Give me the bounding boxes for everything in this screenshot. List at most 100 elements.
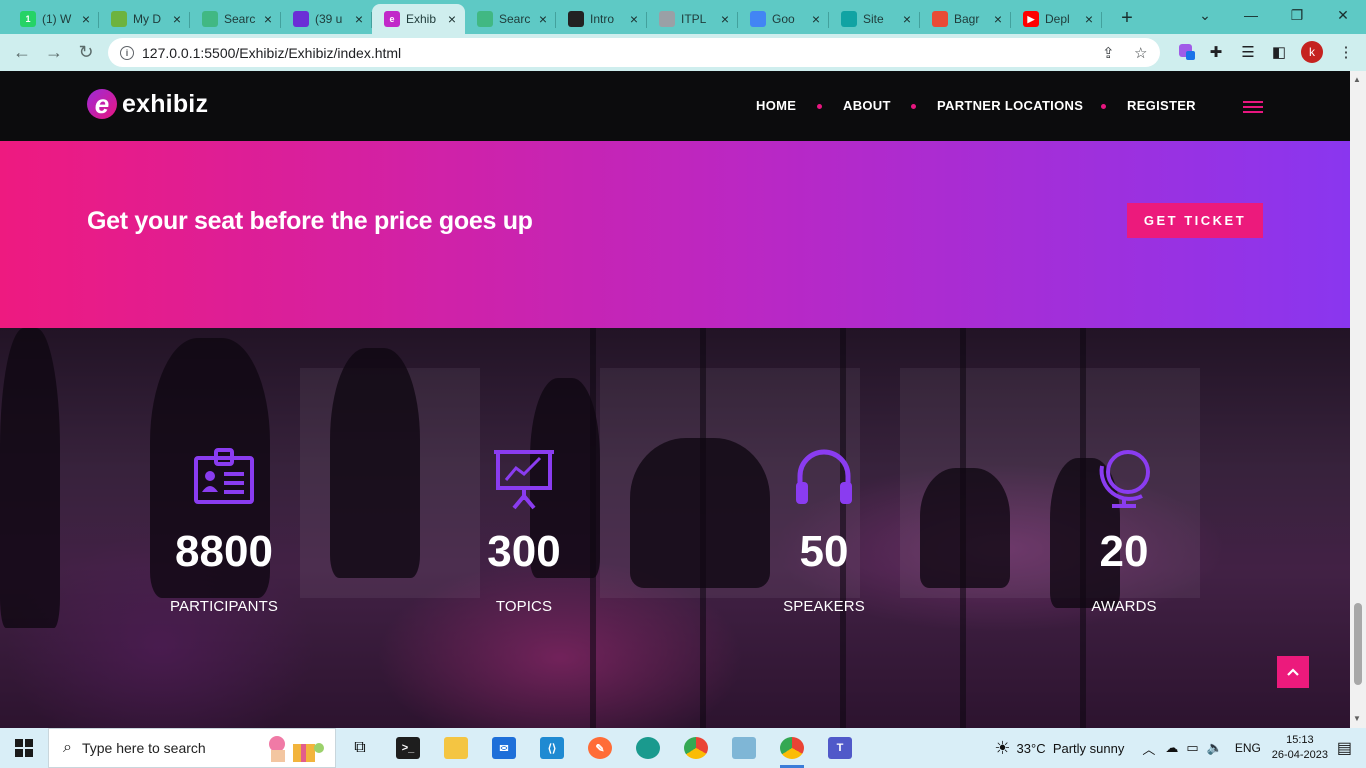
chatgpt-icon bbox=[568, 11, 584, 27]
browser-menu-icon[interactable]: ⋮ bbox=[1334, 40, 1358, 64]
mail-icon bbox=[293, 11, 309, 27]
tab-close-icon[interactable]: × bbox=[445, 11, 459, 27]
terminal-app-icon[interactable]: >_ bbox=[384, 728, 432, 768]
chrome-app-icon[interactable] bbox=[672, 728, 720, 768]
browser-tab[interactable]: e Exhib × bbox=[372, 4, 465, 34]
browser-tab[interactable]: Searc × bbox=[465, 4, 556, 34]
new-tab-button[interactable]: + bbox=[1112, 3, 1142, 33]
scroll-to-top-button[interactable] bbox=[1277, 656, 1309, 688]
browser-tab[interactable]: 1 (1) W × bbox=[8, 4, 99, 34]
tab-title: Searc bbox=[499, 12, 531, 26]
youtube-icon: ▶ bbox=[1023, 11, 1039, 27]
page-scrollbar[interactable]: ▲ ▼ bbox=[1350, 71, 1366, 728]
scrollbar-thumb[interactable] bbox=[1354, 603, 1362, 685]
postman-app-icon[interactable]: ✎ bbox=[576, 728, 624, 768]
mail-app-icon[interactable]: ✉ bbox=[480, 728, 528, 768]
taskbar-search-box[interactable]: ⌕ Type here to search bbox=[48, 728, 336, 768]
browser-tab[interactable]: Bagr × bbox=[920, 4, 1011, 34]
ticket-cta-section: Get your seat before the price goes up G… bbox=[0, 141, 1350, 328]
leaf-icon bbox=[111, 11, 127, 27]
stat-awards: 20 AWARDS bbox=[1014, 446, 1234, 615]
forward-button[interactable]: → bbox=[38, 37, 70, 69]
close-window-button[interactable]: ✕ bbox=[1320, 0, 1366, 30]
tab-close-icon[interactable]: × bbox=[536, 11, 550, 27]
browser-tab[interactable]: (39 u × bbox=[281, 4, 372, 34]
browser-tab[interactable]: Site × bbox=[829, 4, 920, 34]
windows-logo-icon bbox=[15, 739, 33, 757]
hamburger-menu-icon[interactable] bbox=[1243, 101, 1263, 113]
profile-avatar[interactable]: k bbox=[1300, 40, 1324, 64]
tab-close-icon[interactable]: × bbox=[352, 11, 366, 27]
tab-close-icon[interactable]: × bbox=[79, 11, 93, 27]
tab-title: Site bbox=[863, 12, 884, 26]
browser-tab[interactable]: Intro × bbox=[556, 4, 647, 34]
stat-speakers: 50 SPEAKERS bbox=[714, 446, 934, 615]
tab-title: Goo bbox=[772, 12, 795, 26]
tab-close-icon[interactable]: × bbox=[170, 11, 184, 27]
browser-tab[interactable]: My D × bbox=[99, 4, 190, 34]
nav-home[interactable]: HOME bbox=[756, 98, 796, 113]
browser-tab[interactable]: ITPL × bbox=[647, 4, 738, 34]
minimize-button[interactable]: — bbox=[1228, 0, 1274, 30]
logo-mark-icon: e bbox=[87, 89, 117, 119]
tab-title: ITPL bbox=[681, 12, 707, 26]
language-indicator[interactable]: ENG bbox=[1235, 741, 1261, 755]
browser-tab[interactable]: Searc × bbox=[190, 4, 281, 34]
file-explorer-icon[interactable] bbox=[432, 728, 480, 768]
address-bar[interactable]: i 127.0.0.1:5500/Exhibiz/Exhibiz/index.h… bbox=[108, 38, 1160, 67]
vscode-app-icon[interactable]: ⟨⟩ bbox=[528, 728, 576, 768]
stat-participants: 8800 PARTICIPANTS bbox=[114, 446, 334, 615]
browser-tab[interactable]: ▶ Depl × bbox=[1011, 4, 1102, 34]
tab-close-icon[interactable]: × bbox=[809, 11, 823, 27]
diamond-icon bbox=[841, 11, 857, 27]
notepad-app-icon[interactable] bbox=[720, 728, 768, 768]
tab-close-icon[interactable]: × bbox=[627, 11, 641, 27]
stats-section: 8800 PARTICIPANTS 300 TOPICS 50 SPEAKERS… bbox=[0, 328, 1350, 728]
notification-icon[interactable]: ▤ bbox=[1337, 738, 1352, 758]
browser-tab[interactable]: Goo × bbox=[738, 4, 829, 34]
nav-about[interactable]: ABOUT bbox=[843, 98, 891, 113]
network-icon[interactable]: ▭ bbox=[1186, 740, 1198, 756]
browser-toolbar: ← → ↻ i 127.0.0.1:5500/Exhibiz/Exhibiz/i… bbox=[0, 34, 1366, 71]
clock-time: 15:13 bbox=[1286, 734, 1314, 746]
site-header: e exhibiz HOME ABOUT PARTNER LOCATIONS R… bbox=[0, 71, 1350, 141]
get-ticket-button[interactable]: GET TICKET bbox=[1127, 203, 1263, 238]
restore-button[interactable]: ❐ bbox=[1274, 0, 1320, 30]
show-hidden-icons-icon[interactable]: ︿ bbox=[1142, 739, 1155, 758]
weather-text[interactable]: 33°C Partly sunny bbox=[1017, 741, 1125, 756]
tab-title: Depl bbox=[1045, 12, 1070, 26]
tab-close-icon[interactable]: × bbox=[261, 11, 275, 27]
tab-close-icon[interactable]: × bbox=[718, 11, 732, 27]
tab-search-icon[interactable]: ⌄ bbox=[1182, 0, 1228, 30]
reload-button[interactable]: ↻ bbox=[70, 37, 102, 69]
site-info-icon[interactable]: i bbox=[120, 45, 134, 60]
tab-close-icon[interactable]: × bbox=[991, 11, 1005, 27]
chrome-profile-app-icon[interactable] bbox=[768, 728, 816, 768]
extensions-puzzle-icon[interactable]: ✚ bbox=[1204, 40, 1228, 64]
extension-app-icon[interactable] bbox=[1175, 40, 1199, 64]
stat-label: AWARDS bbox=[1091, 598, 1157, 615]
back-button[interactable]: ← bbox=[6, 37, 38, 69]
scroll-up-arrow-icon[interactable]: ▲ bbox=[1353, 75, 1361, 84]
system-tray: ☀ 33°C Partly sunny ︿ ☁ ▭ 🔈 ENG 15:13 26… bbox=[994, 728, 1366, 768]
nav-partner-locations[interactable]: PARTNER LOCATIONS bbox=[937, 98, 1083, 113]
volume-icon[interactable]: 🔈 bbox=[1207, 740, 1223, 756]
start-button[interactable] bbox=[0, 728, 48, 768]
side-panel-icon[interactable]: ◧ bbox=[1267, 40, 1291, 64]
share-icon[interactable]: ⇪ bbox=[1102, 44, 1115, 62]
tab-close-icon[interactable]: × bbox=[1082, 11, 1096, 27]
clock[interactable]: 15:13 26-04-2023 bbox=[1269, 733, 1331, 763]
site-logo[interactable]: e exhibiz bbox=[87, 89, 208, 119]
task-view-icon[interactable]: ⧉ bbox=[336, 728, 384, 768]
page-viewport: e exhibiz HOME ABOUT PARTNER LOCATIONS R… bbox=[0, 71, 1350, 728]
reading-list-icon[interactable]: ☰ bbox=[1236, 40, 1260, 64]
nav-register[interactable]: REGISTER bbox=[1127, 98, 1196, 113]
scroll-down-arrow-icon[interactable]: ▼ bbox=[1353, 714, 1361, 723]
stat-number: 300 bbox=[487, 527, 561, 576]
onedrive-icon[interactable]: ☁ bbox=[1165, 740, 1178, 756]
tab-close-icon[interactable]: × bbox=[900, 11, 914, 27]
windows-taskbar: ⌕ Type here to search ⧉ >_ ✉ ⟨⟩ ✎ T ☀ 33… bbox=[0, 728, 1366, 768]
teams-app-icon[interactable]: T bbox=[816, 728, 864, 768]
edge-app-icon[interactable] bbox=[624, 728, 672, 768]
bookmark-star-icon[interactable]: ☆ bbox=[1134, 44, 1147, 62]
